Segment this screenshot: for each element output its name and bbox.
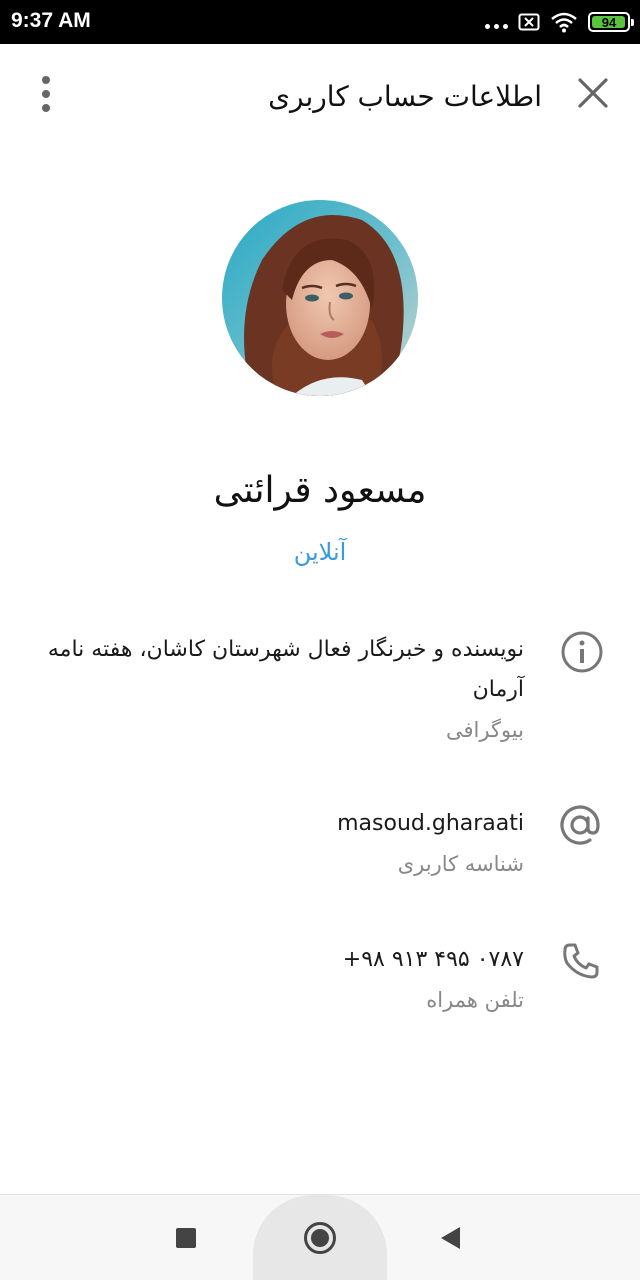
sim-icon	[518, 13, 540, 31]
info-icon	[559, 629, 605, 675]
bio-text-line2: آرمان	[472, 677, 524, 702]
phone-icon	[558, 938, 604, 984]
phone-label: تلفن همراه	[426, 988, 524, 1012]
phone-value[interactable]: +۹۸ ۹۱۳ ۴۹۵ ۰۷۸۷	[343, 940, 524, 980]
header: اطلاعات حساب کاربری	[0, 44, 640, 160]
online-status: آنلاین	[293, 538, 347, 566]
bio-label: بیوگرافی	[446, 718, 524, 742]
status-icons: 94	[485, 10, 634, 34]
status-bar: 9:37 AM 94	[0, 0, 640, 44]
back-triangle-icon[interactable]	[430, 1218, 470, 1258]
recents-square-icon[interactable]	[166, 1218, 206, 1258]
avatar[interactable]	[222, 200, 418, 396]
phone-block: +۹۸ ۹۱۳ ۴۹۵ ۰۷۸۷ تلفن همراه	[343, 940, 524, 1020]
bio-block: نویسنده و خبرنگار فعال شهرستان کاشان، هف…	[18, 630, 524, 750]
username-label: شناسه کاربری	[397, 852, 524, 876]
close-icon[interactable]	[576, 76, 610, 110]
battery-level: 94	[601, 14, 617, 30]
username-block: masoud.gharaati شناسه کاربری	[337, 804, 524, 884]
page-title: اطلاعات حساب کاربری	[268, 80, 542, 113]
home-circle-icon[interactable]	[298, 1216, 342, 1260]
more-vert-icon[interactable]	[30, 74, 62, 114]
more-dots-icon	[485, 23, 508, 29]
username-value[interactable]: masoud.gharaati	[337, 804, 524, 844]
profile-name: مسعود قرائتی	[213, 470, 427, 511]
navigation-bar	[0, 1194, 640, 1280]
at-icon	[557, 802, 603, 848]
battery-icon: 94	[588, 12, 634, 32]
wifi-icon	[551, 12, 577, 33]
status-time: 9:37 AM	[11, 9, 91, 32]
bio-text-line1: نویسنده و خبرنگار فعال شهرستان کاشان، هف…	[47, 637, 524, 662]
